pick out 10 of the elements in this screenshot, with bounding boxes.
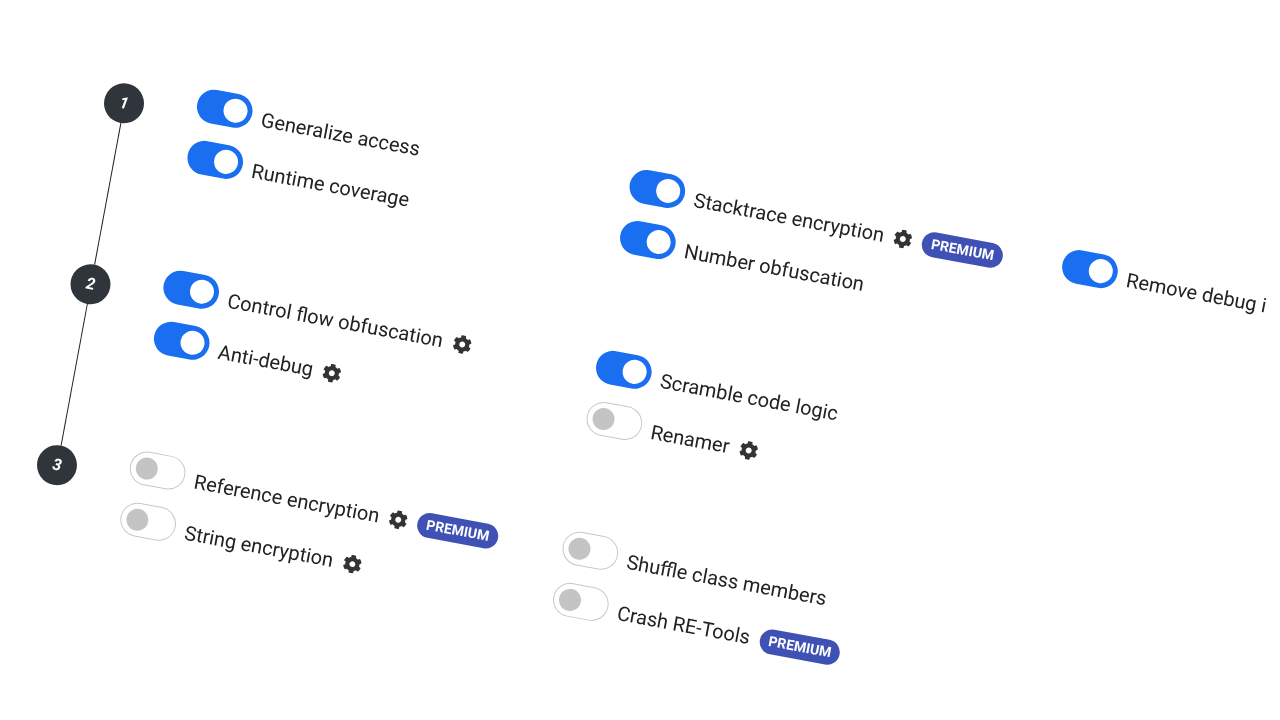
settings-icon[interactable] — [387, 508, 410, 531]
settings-icon[interactable] — [451, 332, 474, 355]
option-label: Crash RE-Tools — [614, 600, 753, 652]
premium-badge: PREMIUM — [415, 510, 501, 551]
settings-icon[interactable] — [737, 438, 760, 461]
settings-icon[interactable] — [892, 227, 915, 250]
settings-icon[interactable] — [341, 552, 364, 575]
option-label: Remove debug i — [1123, 267, 1270, 320]
option-label: String encryption — [182, 520, 336, 574]
settings-icon[interactable] — [321, 361, 344, 384]
